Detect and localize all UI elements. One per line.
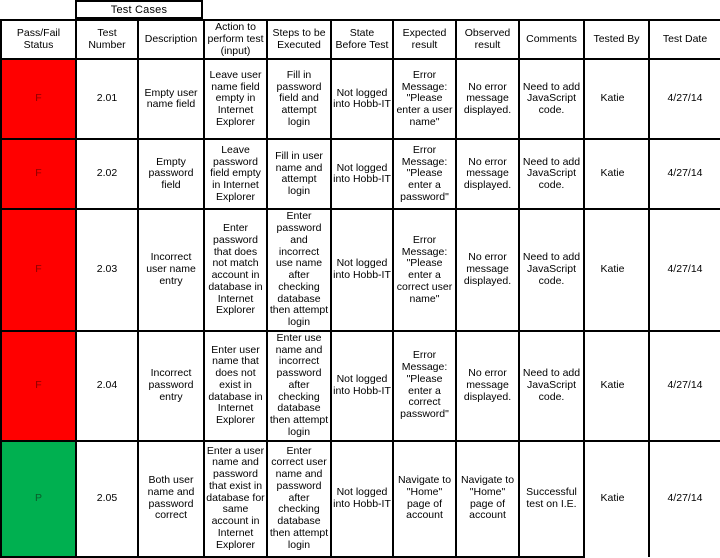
cell-tested-by: Katie <box>583 329 650 442</box>
column-header-tested-by: Tested By <box>583 18 650 61</box>
column-header-test-number: Test Number <box>75 18 139 61</box>
cell-status: F <box>0 58 77 141</box>
cell-action: Enter a user name and password that exis… <box>203 439 268 558</box>
table-header: Pass/Fail Status Test Number Description… <box>0 18 720 61</box>
cell-comments: Need to add JavaScript code. <box>518 58 585 141</box>
cell-steps: Enter correct user name and password aft… <box>266 439 332 558</box>
column-header-action-to-perform-test: Action to perform test (input) <box>203 18 268 61</box>
cell-action: Enter password that does not match accou… <box>203 208 268 332</box>
cell-observed-result: Navigate to "Home" page of account <box>455 439 520 558</box>
tested-by-text: Katie <box>600 263 625 276</box>
cell-observed-result: No error message displayed. <box>455 138 520 211</box>
cell-steps: Enter use name and incorrect password af… <box>266 329 332 442</box>
cell-test-date: 4/27/14 <box>648 439 720 557</box>
cell-test-date: 4/27/14 <box>648 208 720 332</box>
column-header-expected-result: Expected result <box>392 18 457 61</box>
table-row: F 2.01 Empty user name field Leave user … <box>0 58 720 141</box>
column-header-steps-to-be-executed: Steps to be Executed <box>266 18 332 61</box>
cell-steps: Fill in user name and attempt login <box>266 138 332 211</box>
column-header-description: Description <box>137 18 205 61</box>
cell-test-number: 2.02 <box>75 138 139 211</box>
cell-comments: Need to add JavaScript code. <box>518 208 585 332</box>
cell-description: Both user name and password correct <box>137 439 205 558</box>
cell-tested-by: Katie <box>583 208 650 332</box>
column-header-test-date: Test Date <box>648 18 720 61</box>
table-row: F 2.04 Incorrect password entry Enter us… <box>0 329 720 442</box>
cell-test-date: 4/27/14 <box>648 138 720 211</box>
cell-state-before: Not logged into Hobb-IT <box>330 138 394 211</box>
spreadsheet-canvas: Test Cases Pass/Fail Status Test Number … <box>0 0 720 558</box>
cell-tested-by: Katie <box>583 138 650 211</box>
test-cases-table: Pass/Fail Status Test Number Description… <box>0 18 720 558</box>
tested-by-text: Katie <box>600 92 625 105</box>
cell-expected-result: Navigate to "Home" page of account <box>392 439 457 558</box>
table-title: Test Cases <box>75 0 203 19</box>
tested-by-text: Katie <box>600 492 625 505</box>
column-header-pass-fail-status: Pass/Fail Status <box>0 18 77 61</box>
cell-description: Empty user name field <box>137 58 205 141</box>
column-header-comments: Comments <box>518 18 585 61</box>
cell-steps: Enter password and incorrect use name af… <box>266 208 332 332</box>
cell-status: F <box>0 208 77 332</box>
cell-test-date: 4/27/14 <box>648 329 720 442</box>
cell-observed-result: No error message displayed. <box>455 58 520 141</box>
tested-by-text: Katie <box>600 167 625 180</box>
cell-observed-result: No error message displayed. <box>455 208 520 332</box>
table-body: F 2.01 Empty user name field Leave user … <box>0 58 720 558</box>
cell-description: Empty password field <box>137 138 205 211</box>
table-row: F 2.03 Incorrect user name entry Enter p… <box>0 208 720 332</box>
cell-state-before: Not logged into Hobb-IT <box>330 58 394 141</box>
cell-expected-result: Error Message: "Please enter a user name… <box>392 58 457 141</box>
cell-observed-result: No error message displayed. <box>455 329 520 442</box>
cell-description: Incorrect user name entry <box>137 208 205 332</box>
cell-steps: Fill in password field and attempt login <box>266 58 332 141</box>
cell-action: Enter user name that does not exist in d… <box>203 329 268 442</box>
cell-test-date: 4/27/14 <box>648 58 720 141</box>
cell-test-number: 2.04 <box>75 329 139 442</box>
cell-status: F <box>0 138 77 211</box>
column-header-state-before-test: State Before Test <box>330 18 394 61</box>
cell-status: F <box>0 329 77 442</box>
tested-by-text: Katie <box>600 378 625 391</box>
cell-expected-result: Error Message: "Please enter a correct u… <box>392 208 457 332</box>
cell-expected-result: Error Message: "Please enter a password" <box>392 138 457 211</box>
cell-status: P <box>0 439 77 558</box>
table-row: P 2.05 Both user name and password corre… <box>0 439 720 558</box>
column-header-observed-result: Observed result <box>455 18 520 61</box>
table-row: F 2.02 Empty password field Leave passwo… <box>0 138 720 211</box>
cell-tested-by: Katie <box>583 58 650 141</box>
cell-state-before: Not logged into Hobb-IT <box>330 329 394 442</box>
cell-description: Incorrect password entry <box>137 329 205 442</box>
cell-comments: Need to add JavaScript code. <box>518 138 585 211</box>
cell-action: Leave password field empty in Internet E… <box>203 138 268 211</box>
cell-state-before: Not logged into Hobb-IT <box>330 208 394 332</box>
cell-test-number: 2.03 <box>75 208 139 332</box>
cell-tested-by: Katie <box>583 439 650 557</box>
header-row: Pass/Fail Status Test Number Description… <box>0 18 720 61</box>
cell-test-number: 2.05 <box>75 439 139 558</box>
cell-expected-result: Error Message: "Please enter a correct p… <box>392 329 457 442</box>
cell-comments: Successful test on I.E. <box>518 439 585 558</box>
cell-test-number: 2.01 <box>75 58 139 141</box>
cell-comments: Need to add JavaScript code. <box>518 329 585 442</box>
cell-action: Leave user name field empty in Internet … <box>203 58 268 141</box>
title-band: Test Cases <box>0 0 720 20</box>
cell-state-before: Not logged into Hobb-IT <box>330 439 394 558</box>
